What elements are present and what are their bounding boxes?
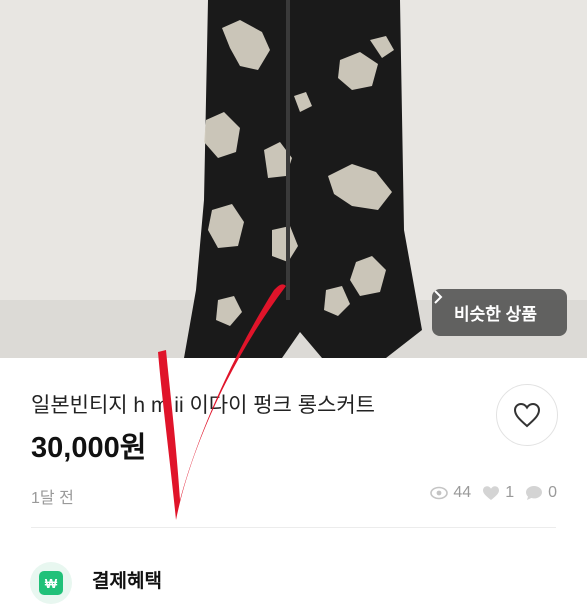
heart-icon (513, 402, 541, 428)
heart-icon (483, 486, 500, 500)
like-button[interactable] (496, 384, 558, 446)
similar-items-label: 비슷한 상품 (454, 305, 537, 324)
views-count: 44 (453, 484, 472, 501)
product-photo[interactable]: 비슷한 상품 (0, 0, 587, 358)
chat-bubble-icon (526, 486, 543, 500)
benefit-icon: ₩ (30, 562, 72, 604)
posted-time: 1달 전 (31, 490, 74, 507)
won-icon: ₩ (39, 571, 63, 595)
product-price: 30,000원 (31, 432, 147, 464)
product-stats: 44 1 0 (424, 484, 557, 502)
payment-benefit-title[interactable]: 결제혜택 (92, 566, 162, 593)
divider (31, 527, 556, 528)
product-title: 일본빈티지 h m ii 이다이 펑크 롱스커트 (31, 394, 375, 417)
eye-icon (430, 486, 449, 500)
likes-count: 1 (505, 484, 515, 501)
similar-items-button[interactable]: 비슷한 상품 (432, 289, 567, 336)
chats-count: 0 (548, 484, 557, 501)
